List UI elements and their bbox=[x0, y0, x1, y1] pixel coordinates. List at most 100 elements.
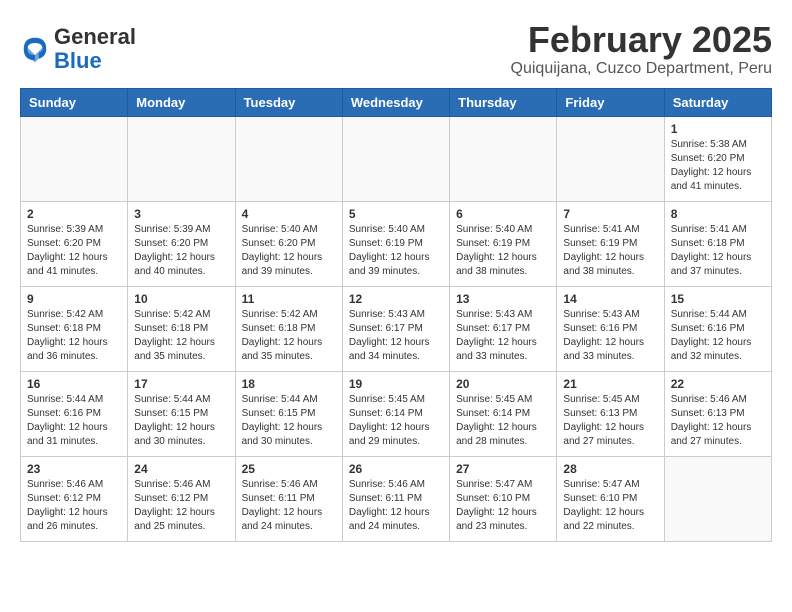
calendar-header-monday: Monday bbox=[128, 88, 235, 116]
calendar-week-row: 2 Sunrise: 5:39 AM Sunset: 6:20 PM Daylig… bbox=[21, 201, 772, 286]
calendar-header-saturday: Saturday bbox=[664, 88, 771, 116]
day-number: 14 bbox=[563, 292, 657, 306]
day-number: 16 bbox=[27, 377, 121, 391]
calendar-cell bbox=[450, 116, 557, 201]
calendar-cell bbox=[21, 116, 128, 201]
day-info: Sunrise: 5:43 AM Sunset: 6:16 PM Dayligh… bbox=[563, 308, 657, 364]
calendar-cell: 8 Sunrise: 5:41 AM Sunset: 6:18 PM Daylig… bbox=[664, 201, 771, 286]
day-number: 5 bbox=[349, 207, 443, 221]
calendar-cell: 5 Sunrise: 5:40 AM Sunset: 6:19 PM Daylig… bbox=[342, 201, 449, 286]
logo: General Blue bbox=[20, 25, 136, 73]
calendar-cell: 2 Sunrise: 5:39 AM Sunset: 6:20 PM Daylig… bbox=[21, 201, 128, 286]
calendar-cell: 24 Sunrise: 5:46 AM Sunset: 6:12 PM Dayli… bbox=[128, 456, 235, 541]
day-info: Sunrise: 5:46 AM Sunset: 6:12 PM Dayligh… bbox=[27, 478, 121, 534]
day-info: Sunrise: 5:44 AM Sunset: 6:15 PM Dayligh… bbox=[242, 393, 336, 449]
day-info: Sunrise: 5:44 AM Sunset: 6:16 PM Dayligh… bbox=[27, 393, 121, 449]
day-info: Sunrise: 5:45 AM Sunset: 6:14 PM Dayligh… bbox=[456, 393, 550, 449]
calendar-cell: 10 Sunrise: 5:42 AM Sunset: 6:18 PM Dayli… bbox=[128, 286, 235, 371]
page-header: General Blue February 2025 Quiquijana, C… bbox=[20, 20, 772, 78]
day-number: 18 bbox=[242, 377, 336, 391]
day-info: Sunrise: 5:46 AM Sunset: 6:12 PM Dayligh… bbox=[134, 478, 228, 534]
day-info: Sunrise: 5:39 AM Sunset: 6:20 PM Dayligh… bbox=[134, 223, 228, 279]
calendar-cell: 21Sunrise: 5:45 AM Sunset: 6:13 PM Dayli… bbox=[557, 371, 664, 456]
calendar-header-thursday: Thursday bbox=[450, 88, 557, 116]
calendar-week-row: 16 Sunrise: 5:44 AM Sunset: 6:16 PM Dayli… bbox=[21, 371, 772, 456]
day-number: 25 bbox=[242, 462, 336, 476]
calendar-cell: 19 Sunrise: 5:45 AM Sunset: 6:14 PM Dayli… bbox=[342, 371, 449, 456]
calendar-cell: 25 Sunrise: 5:46 AM Sunset: 6:11 PM Dayli… bbox=[235, 456, 342, 541]
day-number: 17 bbox=[134, 377, 228, 391]
day-info: Sunrise: 5:45 AM Sunset: 6:14 PM Dayligh… bbox=[349, 393, 443, 449]
calendar-cell: 22 Sunrise: 5:46 AM Sunset: 6:13 PM Dayli… bbox=[664, 371, 771, 456]
day-info: Sunrise: 5:41 AM Sunset: 6:18 PM Dayligh… bbox=[671, 223, 765, 279]
calendar-cell bbox=[342, 116, 449, 201]
day-info: Sunrise: 5:42 AM Sunset: 6:18 PM Dayligh… bbox=[134, 308, 228, 364]
calendar-header-row: SundayMondayTuesdayWednesdayThursdayFrid… bbox=[21, 88, 772, 116]
calendar-cell: 20 Sunrise: 5:45 AM Sunset: 6:14 PM Dayli… bbox=[450, 371, 557, 456]
calendar-table: SundayMondayTuesdayWednesdayThursdayFrid… bbox=[20, 88, 772, 542]
day-number: 10 bbox=[134, 292, 228, 306]
calendar-cell bbox=[235, 116, 342, 201]
calendar-cell: 1Sunrise: 5:38 AM Sunset: 6:20 PM Daylig… bbox=[664, 116, 771, 201]
day-info: Sunrise: 5:41 AM Sunset: 6:19 PM Dayligh… bbox=[563, 223, 657, 279]
calendar-cell: 28 Sunrise: 5:47 AM Sunset: 6:10 PM Dayli… bbox=[557, 456, 664, 541]
day-number: 4 bbox=[242, 207, 336, 221]
calendar-cell: 17 Sunrise: 5:44 AM Sunset: 6:15 PM Dayli… bbox=[128, 371, 235, 456]
location-subtitle: Quiquijana, Cuzco Department, Peru bbox=[511, 60, 772, 78]
calendar-cell: 12Sunrise: 5:43 AM Sunset: 6:17 PM Dayli… bbox=[342, 286, 449, 371]
calendar-cell: 18 Sunrise: 5:44 AM Sunset: 6:15 PM Dayli… bbox=[235, 371, 342, 456]
day-info: Sunrise: 5:42 AM Sunset: 6:18 PM Dayligh… bbox=[27, 308, 121, 364]
calendar-cell: 4 Sunrise: 5:40 AM Sunset: 6:20 PM Daylig… bbox=[235, 201, 342, 286]
day-info: Sunrise: 5:44 AM Sunset: 6:15 PM Dayligh… bbox=[134, 393, 228, 449]
calendar-header-tuesday: Tuesday bbox=[235, 88, 342, 116]
logo-icon bbox=[20, 34, 50, 64]
calendar-cell: 23 Sunrise: 5:46 AM Sunset: 6:12 PM Dayli… bbox=[21, 456, 128, 541]
day-info: Sunrise: 5:40 AM Sunset: 6:19 PM Dayligh… bbox=[456, 223, 550, 279]
day-info: Sunrise: 5:46 AM Sunset: 6:11 PM Dayligh… bbox=[242, 478, 336, 534]
month-title: February 2025 bbox=[511, 20, 772, 60]
day-info: Sunrise: 5:44 AM Sunset: 6:16 PM Dayligh… bbox=[671, 308, 765, 364]
calendar-cell bbox=[664, 456, 771, 541]
day-number: 1 bbox=[671, 122, 765, 136]
day-number: 20 bbox=[456, 377, 550, 391]
day-info: Sunrise: 5:43 AM Sunset: 6:17 PM Dayligh… bbox=[349, 308, 443, 364]
day-info: Sunrise: 5:40 AM Sunset: 6:19 PM Dayligh… bbox=[349, 223, 443, 279]
logo-general-text: General bbox=[54, 24, 136, 49]
title-block: February 2025 Quiquijana, Cuzco Departme… bbox=[511, 20, 772, 78]
day-info: Sunrise: 5:39 AM Sunset: 6:20 PM Dayligh… bbox=[27, 223, 121, 279]
day-number: 8 bbox=[671, 207, 765, 221]
day-info: Sunrise: 5:47 AM Sunset: 6:10 PM Dayligh… bbox=[563, 478, 657, 534]
day-number: 6 bbox=[456, 207, 550, 221]
day-info: Sunrise: 5:46 AM Sunset: 6:11 PM Dayligh… bbox=[349, 478, 443, 534]
calendar-cell: 15 Sunrise: 5:44 AM Sunset: 6:16 PM Dayli… bbox=[664, 286, 771, 371]
calendar-header-wednesday: Wednesday bbox=[342, 88, 449, 116]
day-number: 19 bbox=[349, 377, 443, 391]
day-number: 24 bbox=[134, 462, 228, 476]
day-number: 2 bbox=[27, 207, 121, 221]
day-number: 27 bbox=[456, 462, 550, 476]
calendar-header-sunday: Sunday bbox=[21, 88, 128, 116]
day-number: 15 bbox=[671, 292, 765, 306]
calendar-cell: 13Sunrise: 5:43 AM Sunset: 6:17 PM Dayli… bbox=[450, 286, 557, 371]
calendar-cell: 3Sunrise: 5:39 AM Sunset: 6:20 PM Daylig… bbox=[128, 201, 235, 286]
logo-blue-text: Blue bbox=[54, 48, 102, 73]
day-number: 22 bbox=[671, 377, 765, 391]
calendar-week-row: 23 Sunrise: 5:46 AM Sunset: 6:12 PM Dayli… bbox=[21, 456, 772, 541]
calendar-cell: 6 Sunrise: 5:40 AM Sunset: 6:19 PM Daylig… bbox=[450, 201, 557, 286]
day-number: 28 bbox=[563, 462, 657, 476]
calendar-week-row: 9 Sunrise: 5:42 AM Sunset: 6:18 PM Daylig… bbox=[21, 286, 772, 371]
calendar-cell: 14 Sunrise: 5:43 AM Sunset: 6:16 PM Dayli… bbox=[557, 286, 664, 371]
day-info: Sunrise: 5:46 AM Sunset: 6:13 PM Dayligh… bbox=[671, 393, 765, 449]
calendar-cell: 7Sunrise: 5:41 AM Sunset: 6:19 PM Daylig… bbox=[557, 201, 664, 286]
calendar-week-row: 1Sunrise: 5:38 AM Sunset: 6:20 PM Daylig… bbox=[21, 116, 772, 201]
day-info: Sunrise: 5:43 AM Sunset: 6:17 PM Dayligh… bbox=[456, 308, 550, 364]
day-info: Sunrise: 5:45 AM Sunset: 6:13 PM Dayligh… bbox=[563, 393, 657, 449]
calendar-cell: 27 Sunrise: 5:47 AM Sunset: 6:10 PM Dayli… bbox=[450, 456, 557, 541]
day-number: 26 bbox=[349, 462, 443, 476]
calendar-cell bbox=[557, 116, 664, 201]
day-info: Sunrise: 5:40 AM Sunset: 6:20 PM Dayligh… bbox=[242, 223, 336, 279]
calendar-cell: 16 Sunrise: 5:44 AM Sunset: 6:16 PM Dayli… bbox=[21, 371, 128, 456]
day-info: Sunrise: 5:47 AM Sunset: 6:10 PM Dayligh… bbox=[456, 478, 550, 534]
day-number: 9 bbox=[27, 292, 121, 306]
day-number: 23 bbox=[27, 462, 121, 476]
